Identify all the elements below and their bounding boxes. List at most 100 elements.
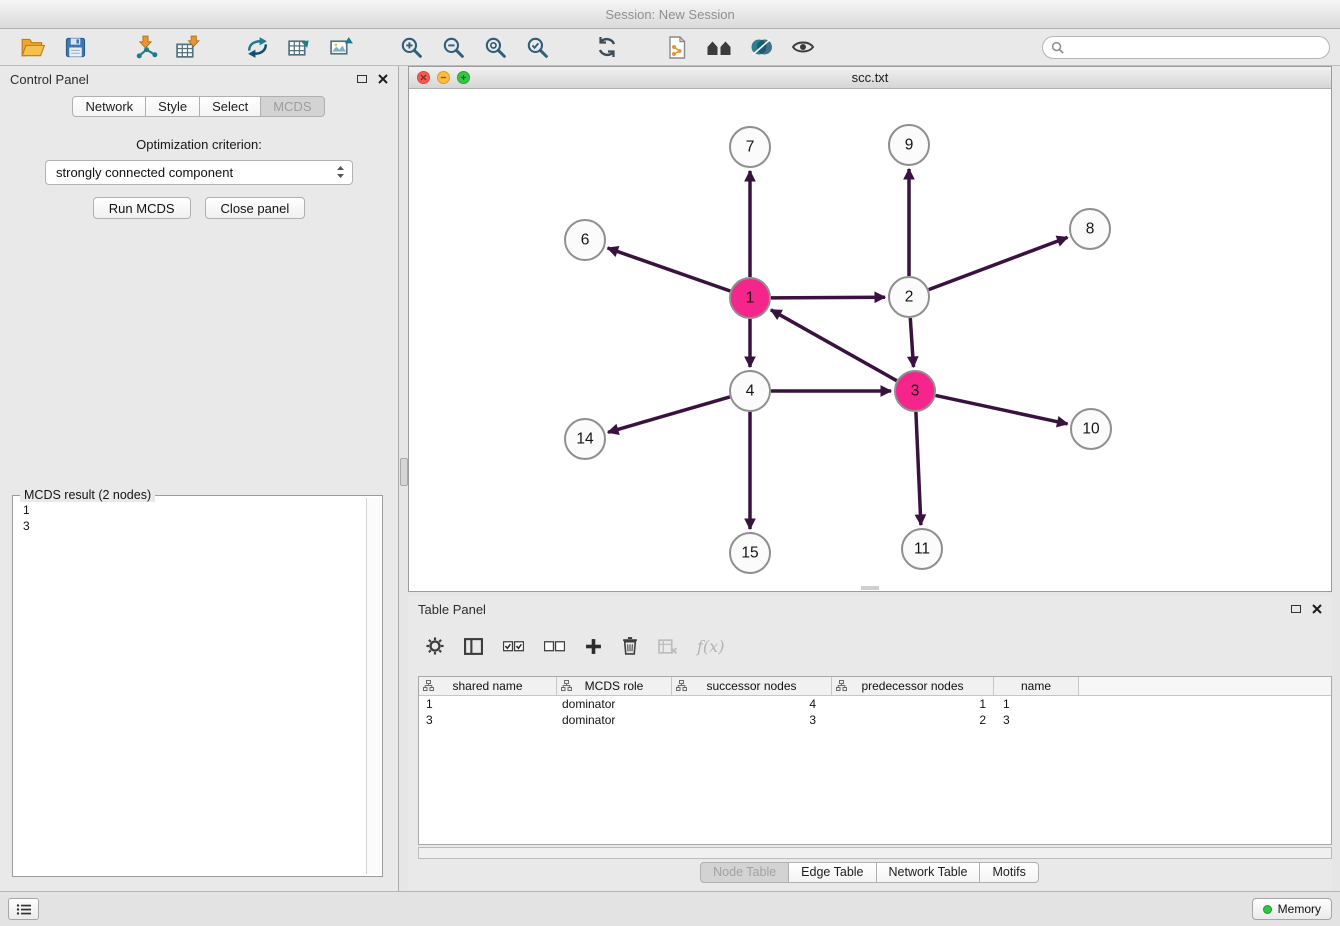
open-session-button[interactable] [12,31,54,63]
canvas-scroll-handle[interactable] [861,586,879,590]
close-panel-action-button[interactable]: Close panel [205,197,306,219]
toggle-column-panel-button[interactable] [464,638,483,655]
graph-edge-3-11[interactable] [916,412,921,525]
fx-icon: f(x) [697,637,724,656]
refresh-button[interactable] [586,31,628,63]
import-table-icon [175,35,200,60]
tab-edge-table[interactable]: Edge Table [788,862,876,883]
cell-name[interactable]: 3 [994,713,1079,727]
tab-motifs[interactable]: Motifs [979,862,1038,883]
optimization-criterion-select[interactable]: strongly connected component [45,160,353,185]
memory-label: Memory [1278,902,1321,916]
show-hide-button[interactable] [782,31,824,63]
import-table-button[interactable] [166,31,208,63]
deselect-all-columns-button[interactable] [544,640,565,653]
save-session-button[interactable] [54,31,96,63]
memory-button[interactable]: Memory [1252,898,1332,920]
export-network-button[interactable] [236,31,278,63]
table-row[interactable]: 1 dominator 4 1 1 [419,696,1331,712]
column-header-shared-name[interactable]: shared name [419,677,557,695]
mcds-result-item[interactable]: 1 [23,502,358,518]
cell-shared-name[interactable]: 1 [419,697,557,711]
tab-node-table[interactable]: Node Table [700,862,789,883]
cell-successor-nodes[interactable]: 4 [672,697,832,711]
cell-predecessor-nodes[interactable]: 1 [832,697,994,711]
export-table-button[interactable] [278,31,320,63]
graph-edge-3-10[interactable] [936,395,1068,424]
graph-edge-2-8[interactable] [929,237,1068,289]
graph-edge-2-3[interactable] [910,318,913,367]
table-row[interactable]: 3 dominator 3 2 3 [419,712,1331,728]
close-window-button[interactable] [417,71,430,84]
select-all-columns-button[interactable] [503,640,524,653]
tab-select[interactable]: Select [199,96,261,117]
import-network-button[interactable] [124,31,166,63]
window-title: Session: New Session [605,7,734,22]
table-tabs: Node Table Edge Table Network Table Moti… [408,862,1332,883]
graph-node-label: 14 [576,431,594,448]
cell-successor-nodes[interactable]: 3 [672,713,832,727]
column-header-name[interactable]: name [994,677,1079,695]
zoom-window-button[interactable] [457,71,470,84]
tab-mcds[interactable]: MCDS [260,96,324,117]
zoom-fit-icon [484,36,507,59]
memory-status-icon [1263,905,1272,914]
cell-predecessor-nodes[interactable]: 2 [832,713,994,727]
network-canvas[interactable]: 7968124314101511 [409,88,1331,591]
float-panel-button[interactable] [357,75,367,83]
tab-network-table[interactable]: Network Table [876,862,981,883]
network-view-window: scc.txt 7968124314101511 [408,66,1332,592]
cell-mcds-role[interactable]: dominator [557,697,672,711]
graph-node-label: 7 [746,139,755,156]
close-panel-button[interactable] [378,74,388,84]
panel-splitter[interactable] [399,66,408,892]
minimize-window-icon [440,74,447,81]
mcds-result-item[interactable]: 3 [23,518,358,534]
table-settings-button[interactable] [426,637,444,655]
column-header-successor-nodes[interactable]: successor nodes [672,677,832,695]
function-builder-button[interactable]: f(x) [697,637,724,656]
minimize-window-button[interactable] [437,71,450,84]
refresh-icon [595,35,619,59]
zoom-in-button[interactable] [390,31,432,63]
zoom-out-icon [442,36,465,59]
column-header-predecessor-nodes[interactable]: predecessor nodes [832,677,994,695]
task-history-button[interactable] [8,898,39,920]
float-table-panel-button[interactable] [1291,605,1301,613]
splitter-handle[interactable] [400,458,408,486]
add-column-button[interactable] [585,638,602,655]
clear-table-button[interactable] [658,639,677,654]
zoom-fit-button[interactable] [474,31,516,63]
graph-edge-3-1[interactable] [771,310,897,381]
graph-node-label: 1 [746,290,755,307]
graph-edge-4-14[interactable] [608,397,730,432]
layout-button[interactable] [698,31,740,63]
search-input[interactable] [1069,40,1321,56]
style-button[interactable] [740,31,782,63]
cell-shared-name[interactable]: 3 [419,713,557,727]
mcds-result-scrollbar[interactable] [366,498,380,874]
control-panel-tabs: Network Style Select MCDS [0,96,398,117]
table-horizontal-scrollbar[interactable] [418,847,1332,859]
close-window-icon [420,74,427,81]
delete-column-button[interactable] [622,637,638,655]
graph-edge-1-6[interactable] [608,248,731,291]
graph-node-label: 9 [905,137,914,154]
graph-edge-1-2[interactable] [771,297,885,298]
cell-name[interactable]: 1 [994,697,1079,711]
run-mcds-button[interactable]: Run MCDS [93,197,191,219]
tab-style[interactable]: Style [145,96,200,117]
eye-icon [791,37,815,57]
cell-mcds-role[interactable]: dominator [557,713,672,727]
close-table-panel-button[interactable] [1312,604,1322,614]
search-box[interactable] [1042,36,1330,59]
clone-network-button[interactable] [656,31,698,63]
export-image-button[interactable] [320,31,362,63]
zoom-out-button[interactable] [432,31,474,63]
graph-node-label: 10 [1082,421,1100,438]
mcds-result-list[interactable]: 1 3 [15,500,366,874]
chevron-up-down-icon [336,165,345,179]
tab-network[interactable]: Network [72,96,146,117]
column-header-mcds-role[interactable]: MCDS role [557,677,672,695]
zoom-selected-button[interactable] [516,31,558,63]
